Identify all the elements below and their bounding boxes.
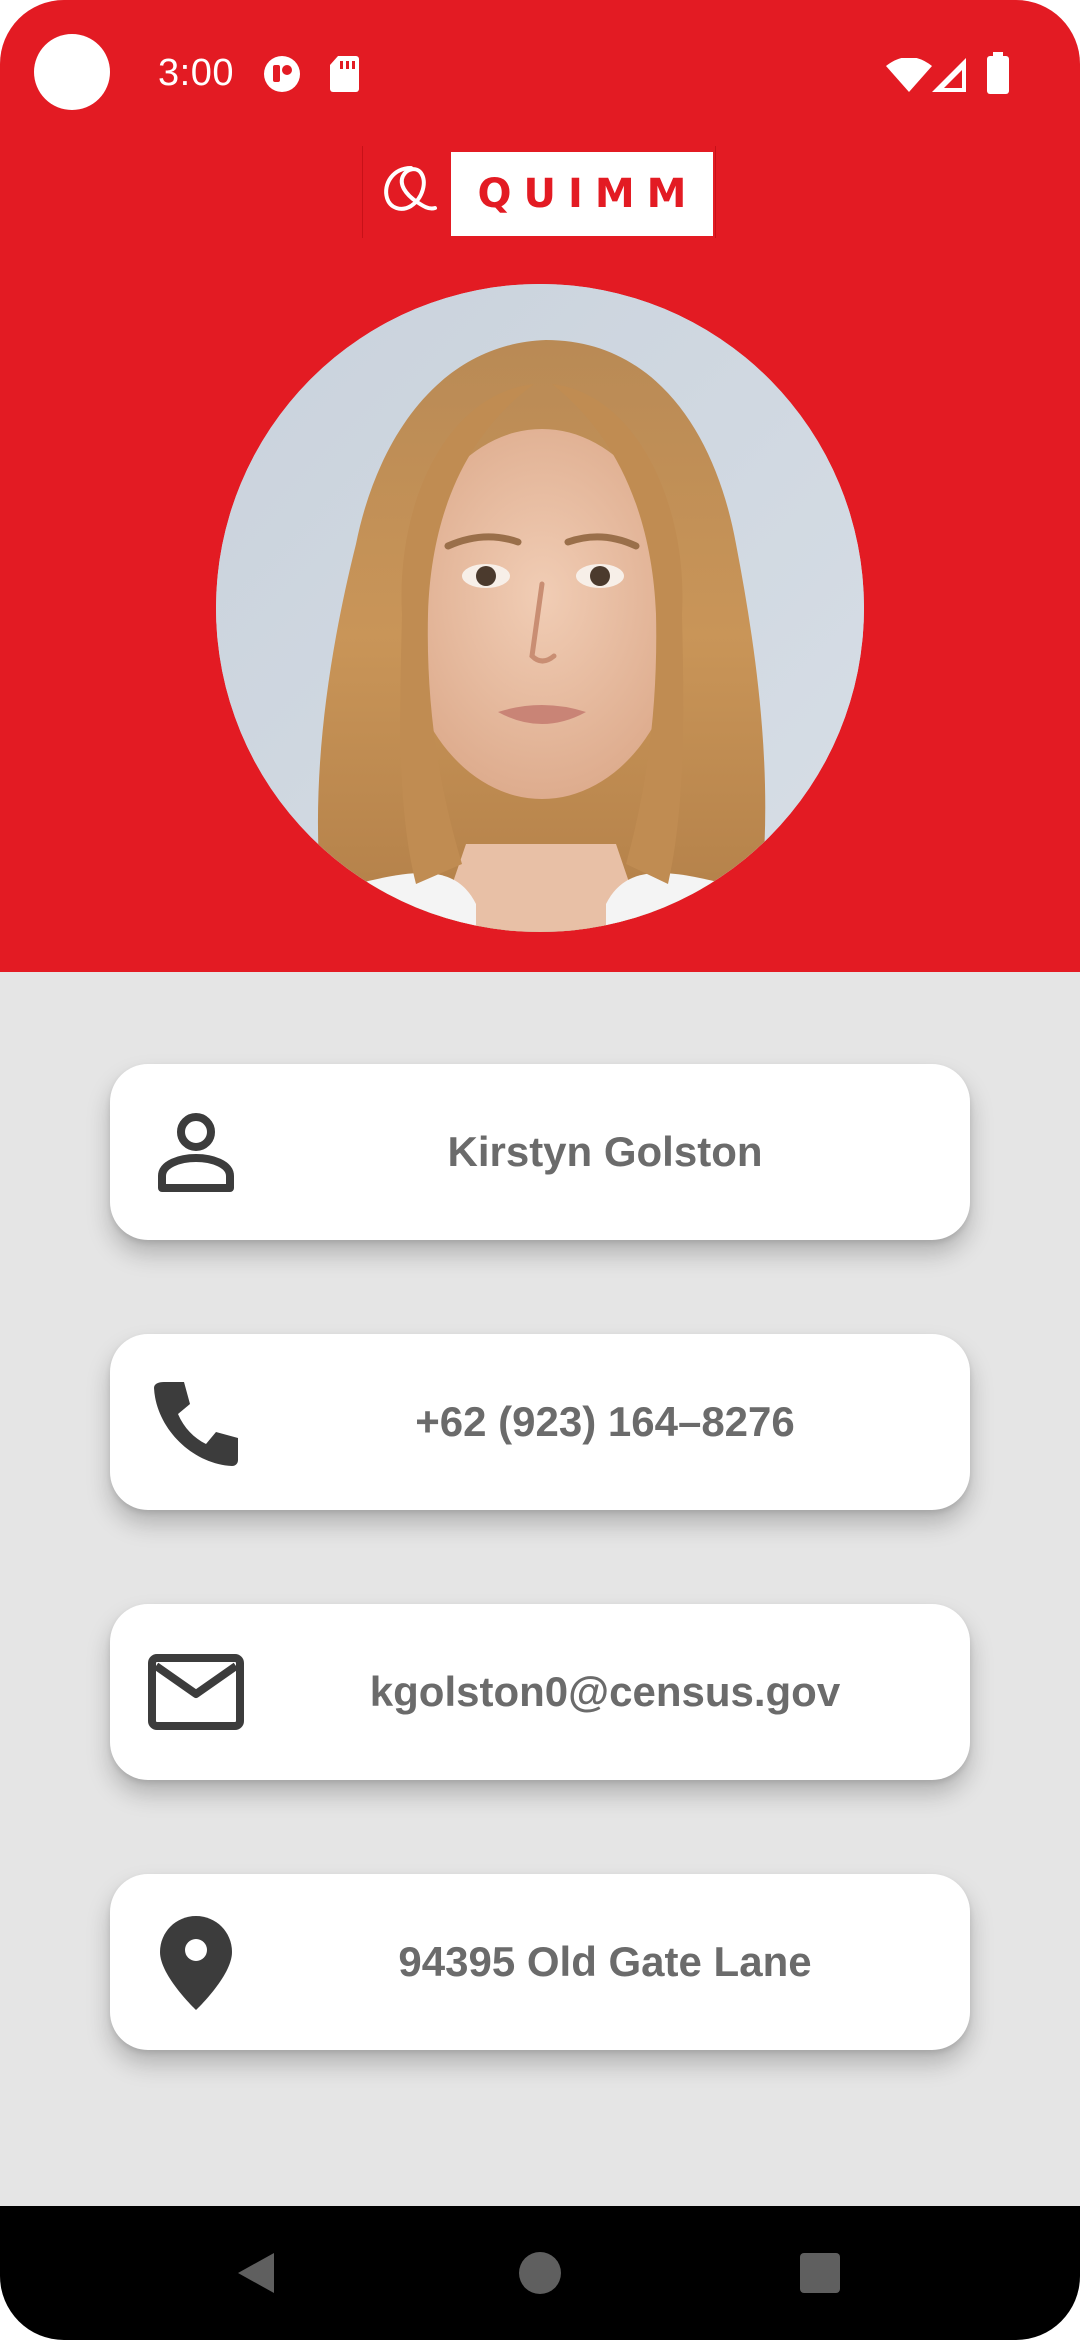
profile-header: QUIMM xyxy=(0,146,1080,972)
name-card[interactable]: Kirstyn Golston xyxy=(110,1064,970,1240)
phone-card[interactable]: +62 (923) 164–8276 xyxy=(110,1334,970,1510)
profile-photo-icon xyxy=(216,284,864,932)
person-icon xyxy=(158,1113,234,1192)
contact-name: Kirstyn Golston xyxy=(447,1128,763,1175)
contact-email: kgolston0@census.gov xyxy=(369,1668,841,1715)
status-bar: 3:00 xyxy=(0,0,1080,146)
back-button[interactable] xyxy=(196,2206,316,2340)
brand-logo: QUIMM xyxy=(362,146,716,238)
wifi-icon xyxy=(886,58,932,92)
phone-icon xyxy=(154,1382,238,1466)
logo-wordmark: QUIMM xyxy=(477,171,699,217)
logo-wordmark-box: QUIMM xyxy=(451,152,713,236)
contact-address: 94395 Old Gate Lane xyxy=(398,1938,812,1985)
home-button[interactable] xyxy=(480,2206,600,2340)
sd-card-icon xyxy=(330,56,359,92)
camera-cutout-icon xyxy=(34,34,110,110)
contact-phone: +62 (923) 164–8276 xyxy=(415,1398,795,1445)
status-time: 3:00 xyxy=(158,52,234,94)
profile-photo xyxy=(216,284,864,932)
cellular-signal-icon xyxy=(932,58,966,92)
home-icon xyxy=(519,2252,561,2294)
email-card[interactable]: kgolston0@census.gov xyxy=(110,1604,970,1780)
recents-button[interactable] xyxy=(760,2206,880,2340)
back-icon xyxy=(238,2253,274,2293)
phone-screen: 3:00 QUIMM Kirstyn Golston +62 (923) 164… xyxy=(0,0,1080,2340)
navigation-bar xyxy=(0,2206,1080,2340)
mail-icon xyxy=(148,1654,244,1730)
app-notification-icon xyxy=(264,56,300,92)
location-pin-icon xyxy=(160,1916,232,2010)
script-q-logo-icon xyxy=(384,166,437,211)
address-card[interactable]: 94395 Old Gate Lane xyxy=(110,1874,970,2050)
recents-icon xyxy=(800,2253,840,2293)
battery-icon xyxy=(987,52,1009,94)
